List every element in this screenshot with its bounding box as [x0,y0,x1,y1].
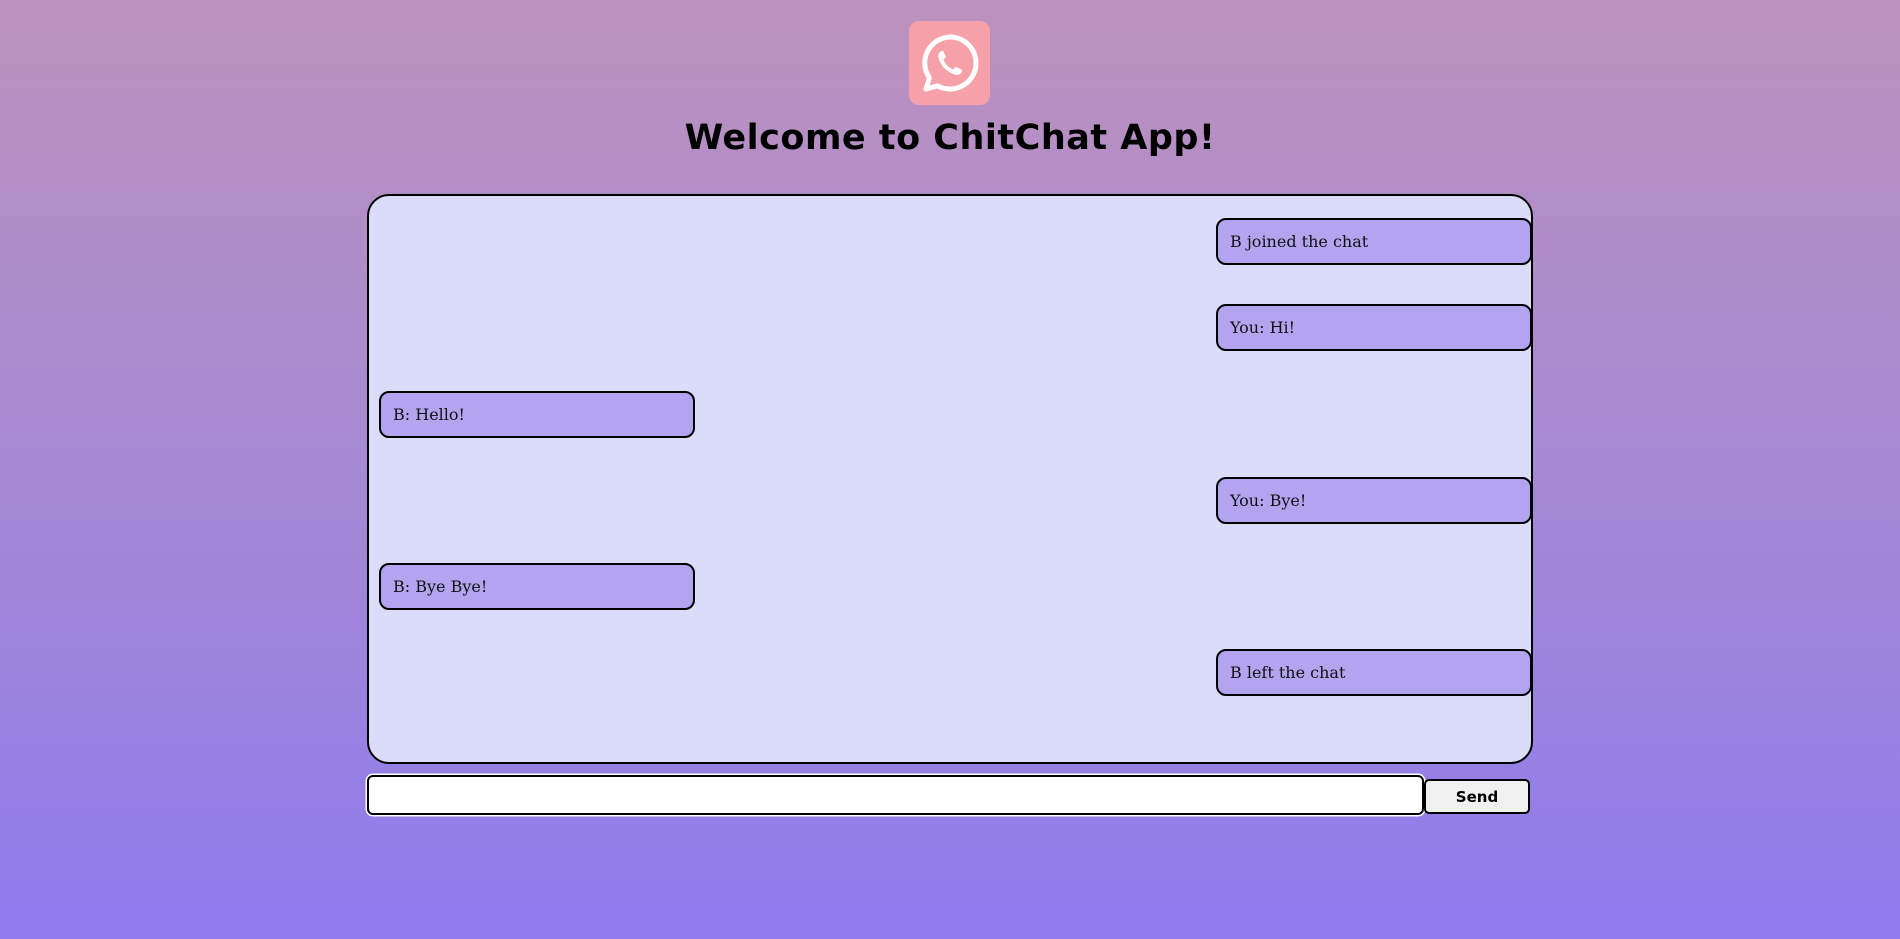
message-input[interactable] [367,775,1424,815]
chat-message: You: Bye! [1216,477,1532,524]
page-title: Welcome to ChitChat App! [684,118,1216,158]
chat-message: B joined the chat [1216,218,1532,265]
chat-message: B: Hello! [379,391,695,438]
send-button[interactable]: Send [1424,779,1530,814]
chat-message: B: Bye Bye! [379,563,695,610]
chat-messages-panel[interactable]: B joined the chat You: Hi! B: Hello! You… [367,194,1533,764]
whatsapp-chat-icon [921,34,978,92]
chat-message: You: Hi! [1216,304,1532,351]
app-logo [909,21,990,105]
chat-message: B left the chat [1216,649,1532,696]
